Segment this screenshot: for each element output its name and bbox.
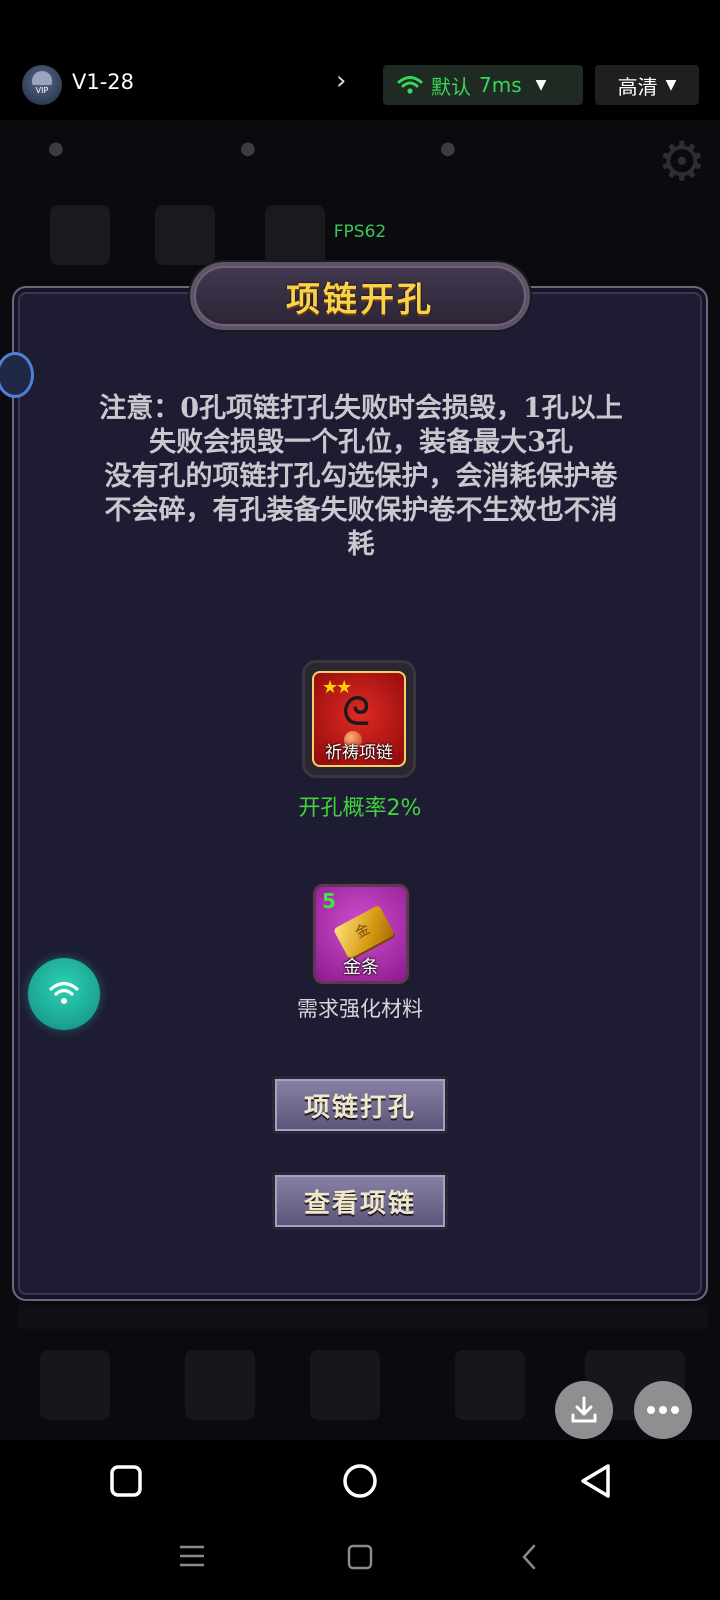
wifi-signal-icon bbox=[397, 76, 423, 94]
gold-bar-icon: 金 bbox=[333, 904, 395, 960]
bg-bottom-icon bbox=[185, 1350, 255, 1420]
menu-icon[interactable] bbox=[178, 1544, 206, 1568]
success-chance: 开孔概率2% bbox=[298, 796, 422, 821]
square-icon[interactable] bbox=[347, 1544, 373, 1570]
bg-bottom-icons bbox=[0, 1340, 720, 1435]
gold-bar-glyph: 金 bbox=[352, 921, 373, 942]
back-icon[interactable] bbox=[578, 1462, 614, 1500]
dialog-title-plate: 项链开孔 bbox=[190, 262, 530, 330]
network-selector[interactable]: 默认 7ms ▼ bbox=[383, 65, 583, 105]
network-latency: 7ms bbox=[479, 73, 522, 97]
notice-line: 失败会损毁一个孔位，装备最大3孔 bbox=[149, 427, 573, 458]
quality-selector[interactable]: 高清 ▼ bbox=[595, 65, 699, 105]
necklace-item-icon: ★★ ᘓ 祈祷项链 bbox=[312, 671, 406, 767]
view-necklace-label: 查看项链 bbox=[303, 1188, 416, 1219]
vip-label: VIP bbox=[35, 86, 49, 95]
network-label: 默认 bbox=[431, 74, 471, 99]
download-button[interactable] bbox=[555, 1381, 613, 1439]
vip-avatar[interactable]: VIP bbox=[22, 65, 62, 105]
bg-bottom-icon bbox=[455, 1350, 525, 1420]
stream-top-bar: VIP V1-28 › 默认 7ms ▼ 高清 ▼ bbox=[0, 60, 720, 110]
bg-bottom-icon bbox=[40, 1350, 110, 1420]
bg-resource-1: ● bbox=[48, 138, 64, 159]
necklace-icon: ᘓ bbox=[342, 689, 371, 735]
fps-counter: FPS62 bbox=[333, 222, 387, 242]
caret-down-icon: ▼ bbox=[535, 77, 547, 93]
bg-chat-bar bbox=[18, 1305, 708, 1329]
bg-bottom-icon bbox=[310, 1350, 380, 1420]
material-slot[interactable]: 5 金 金条 bbox=[311, 882, 411, 986]
punch-hole-label: 项链打孔 bbox=[303, 1092, 416, 1123]
chevron-left-icon[interactable] bbox=[520, 1543, 538, 1571]
wifi-icon bbox=[49, 981, 79, 1004]
notice-line: 注意：0孔项链打孔失败时会损毁，1孔以上 bbox=[99, 393, 623, 424]
chevron-right-icon[interactable]: › bbox=[336, 66, 346, 96]
notice-line: 不会碎，有孔装备失败保护卷不生效也不消 bbox=[104, 495, 618, 526]
navigation-bar bbox=[0, 1445, 720, 1517]
item-name: 祈祷项链 bbox=[325, 743, 393, 763]
notice-line: 耗 bbox=[347, 529, 375, 560]
more-button[interactable] bbox=[634, 1381, 692, 1439]
material-count: 5 bbox=[322, 889, 336, 913]
home-icon[interactable] bbox=[342, 1463, 378, 1499]
secondary-navigation-bar bbox=[0, 1520, 720, 1600]
android-icon bbox=[32, 71, 52, 85]
notice-line: 没有孔的项链打孔勾选保护，会消耗保护卷 bbox=[104, 461, 618, 492]
view-necklace-button[interactable]: 查看项链 bbox=[272, 1172, 448, 1230]
dialog-title: 项链开孔 bbox=[286, 279, 434, 320]
bg-gear-icon: ⚙ bbox=[657, 130, 706, 193]
quality-label: 高清 bbox=[617, 74, 658, 99]
recents-icon[interactable] bbox=[109, 1464, 143, 1498]
notice-text: 注意：0孔项链打孔失败时会损毁，1孔以上 失败会损毁一个孔位，装备最大3孔 没有… bbox=[48, 392, 674, 562]
download-icon bbox=[571, 1396, 597, 1423]
bg-resource-2: ● bbox=[240, 138, 256, 159]
punch-hole-button[interactable]: 项链打孔 bbox=[272, 1076, 448, 1134]
more-icon bbox=[647, 1406, 679, 1414]
material-name: 金条 bbox=[343, 957, 379, 978]
necklace-item-slot[interactable]: ★★ ᘓ 祈祷项链 bbox=[302, 660, 416, 778]
material-caption: 需求强化材料 bbox=[297, 997, 423, 1021]
room-name: V1-28 bbox=[72, 70, 135, 94]
bg-resource-3: ● bbox=[440, 138, 456, 159]
floating-wifi-button[interactable] bbox=[28, 958, 100, 1030]
caret-down-icon: ▼ bbox=[665, 77, 677, 93]
